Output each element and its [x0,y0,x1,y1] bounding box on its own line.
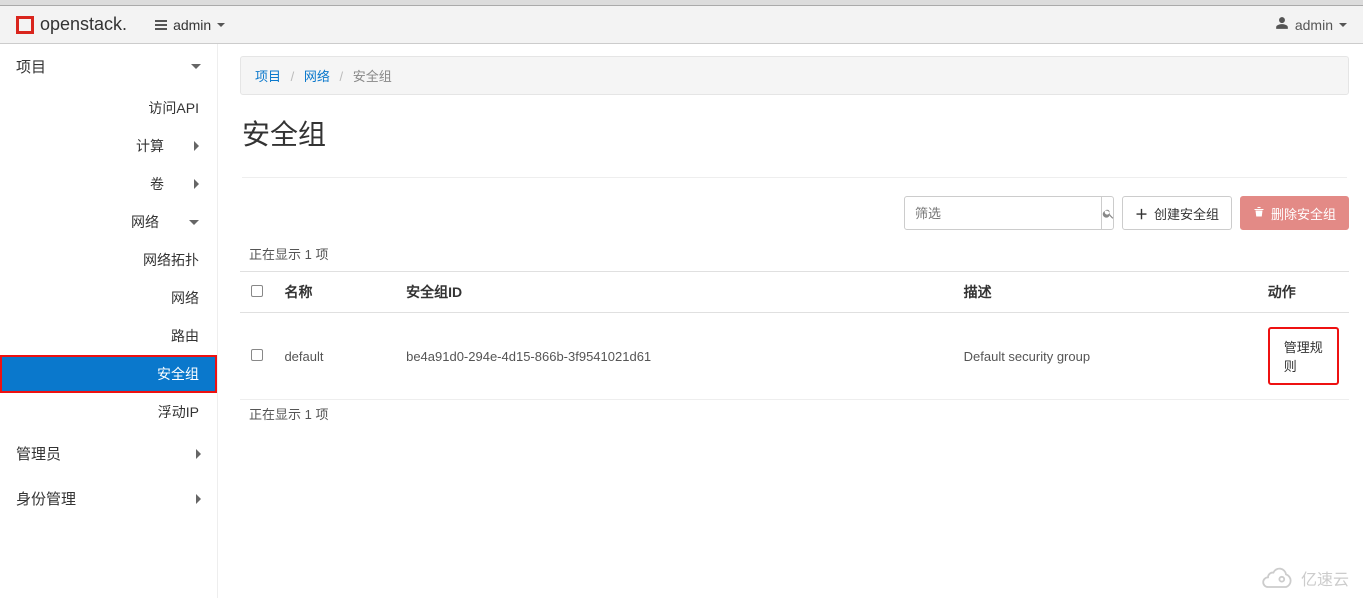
watermark: 亿速云 [1259,566,1349,590]
filter-box [904,196,1114,230]
sidebar-label: 身份管理 [16,488,76,509]
sidebar-item-network[interactable]: 网络 [0,203,217,241]
manage-rules-button[interactable]: 管理规则 [1268,327,1339,385]
trash-icon [1253,206,1265,221]
select-all-checkbox[interactable] [251,285,263,297]
chevron-down-icon [191,64,201,69]
sidebar-item-networks[interactable]: 网络 [0,279,217,317]
button-label: 创建安全组 [1154,204,1219,223]
sidebar-item-volumes[interactable]: 卷 [0,165,217,203]
button-label: 删除安全组 [1271,204,1336,223]
sidebar-label: 管理员 [16,443,61,464]
filter-search-button[interactable] [1101,197,1115,229]
plus-icon: ＋ [1135,204,1148,223]
main-content: 项目 / 网络 / 安全组 安全组 ＋ 创建安全组 删除安全组 [218,44,1363,598]
chevron-right-icon [194,141,199,151]
chevron-right-icon [194,179,199,189]
sidebar-item-security-groups[interactable]: 安全组 [0,355,217,393]
sidebar-label: 网络 [131,212,159,232]
sidebar-item-admin[interactable]: 管理员 [0,431,217,476]
items-count-top: 正在显示 1 项 [240,240,1349,271]
search-icon [1102,207,1115,220]
row-checkbox[interactable] [251,349,263,361]
sidebar-item-api-access[interactable]: 访问API [0,89,217,127]
brand-name: openstack. [40,14,127,35]
sidebar-item-network-topology[interactable]: 网络拓扑 [0,241,217,279]
breadcrumb-current: 安全组 [353,69,392,84]
column-header-id[interactable]: 安全组ID [396,272,954,313]
sidebar-item-identity[interactable]: 身份管理 [0,476,217,521]
delete-security-group-button[interactable]: 删除安全组 [1240,196,1349,230]
chevron-right-icon [196,494,201,504]
sidebar-item-project[interactable]: 项目 [0,44,217,89]
brand-link[interactable]: openstack. [16,14,127,35]
toolbar: ＋ 创建安全组 删除安全组 [240,196,1349,230]
filter-input[interactable] [905,206,1101,221]
sidebar-label: 卷 [150,174,164,194]
watermark-text: 亿速云 [1301,566,1349,590]
breadcrumb: 项目 / 网络 / 安全组 [240,56,1349,95]
table-row: default be4a91d0-294e-4d15-866b-3f954102… [240,313,1349,400]
chevron-right-icon [196,449,201,459]
items-count-bottom: 正在显示 1 项 [240,400,1349,431]
header-bar: openstack. admin admin [0,6,1363,44]
cell-id: be4a91d0-294e-4d15-866b-3f9541021d61 [396,313,954,400]
cell-desc: Default security group [954,313,1258,400]
sidebar-label: 项目 [16,56,46,77]
user-menu[interactable]: admin [1275,16,1347,33]
sidebar: 项目 访问API 计算 卷 网络 网络拓扑 网络 路由 安全组 浮动IP 管理员… [0,44,218,598]
sidebar-item-floating-ip[interactable]: 浮动IP [0,393,217,431]
project-selector[interactable]: admin [155,17,225,33]
column-header-name[interactable]: 名称 [274,272,396,313]
openstack-logo-icon [16,16,34,34]
user-icon [1275,16,1289,33]
breadcrumb-network[interactable]: 网络 [304,69,330,84]
breadcrumb-sep: / [340,69,344,84]
column-header-desc[interactable]: 描述 [954,272,1258,313]
user-menu-label: admin [1295,17,1333,33]
page-title: 安全组 [242,113,1347,178]
breadcrumb-project[interactable]: 项目 [255,69,281,84]
column-header-action: 动作 [1258,272,1349,313]
sidebar-label: 计算 [136,136,164,156]
caret-down-icon [1339,23,1347,27]
cloud-icon [1259,567,1295,589]
list-icon [155,20,167,30]
breadcrumb-sep: / [291,69,295,84]
cell-name: default [274,313,396,400]
caret-down-icon [217,23,225,27]
sidebar-item-compute[interactable]: 计算 [0,127,217,165]
chevron-down-icon [189,220,199,225]
create-security-group-button[interactable]: ＋ 创建安全组 [1122,196,1232,230]
sidebar-item-routers[interactable]: 路由 [0,317,217,355]
security-groups-table: 名称 安全组ID 描述 动作 default be4a91d0-294e-4d1… [240,271,1349,400]
project-selector-label: admin [173,17,211,33]
